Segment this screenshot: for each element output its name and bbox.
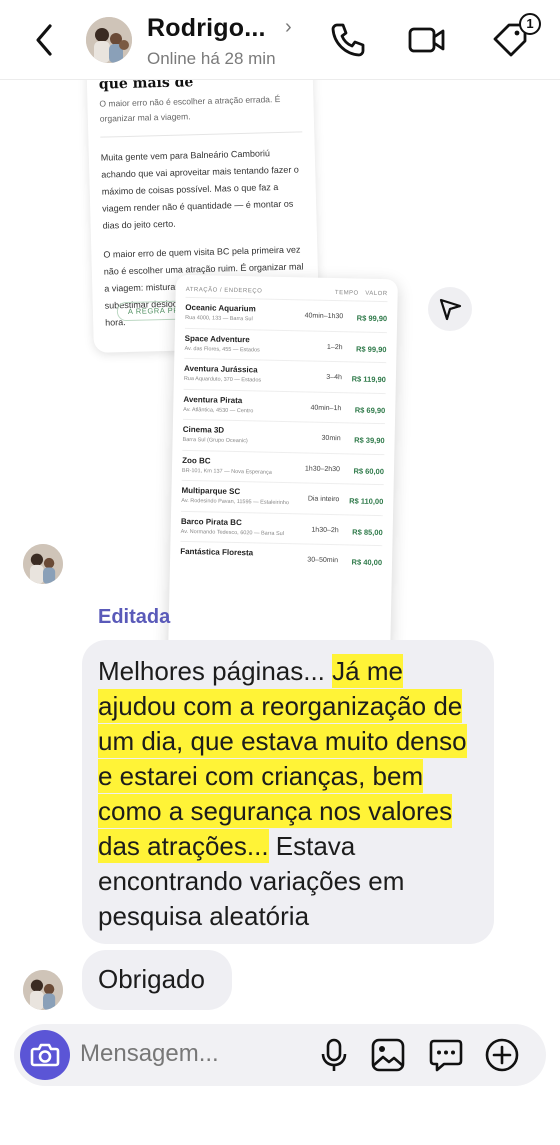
message-text: Melhores páginas... (98, 656, 333, 686)
attraction-address: Rua Aquarduto, 370 — Estados (183, 375, 262, 384)
attraction-duration: 1h30–2h30 (304, 464, 341, 473)
attraction-address: Rua 4000, 133 — Barra Sul (185, 314, 253, 323)
attraction-name: Barco Pirata BC (180, 516, 242, 527)
table-row: Aventura Pirata Av. Atlântica, 4530 — Ce… (182, 389, 386, 425)
attraction-duration: 1h30–2h (311, 526, 339, 534)
shared-image[interactable]: que mais de O maior erro não é escolher … (84, 47, 404, 663)
attraction-price: R$ 119,90 (351, 374, 386, 385)
attraction-address: Barra Sul (Grupo Oceanic) (182, 436, 248, 445)
table-header-attraction: ATRAÇÃO / ENDEREÇO (185, 286, 263, 295)
doc-subtitle: O maior erro não é escolher a atração er… (99, 91, 303, 138)
message-composer: Mensagem... (14, 1024, 546, 1086)
edited-label: Editada (98, 606, 171, 628)
attraction-price: R$ 110,00 (349, 496, 384, 507)
sender-avatar[interactable] (23, 544, 63, 584)
table-row: Zoo BC BR-101, Km 137 — Nova Esperança 1… (181, 450, 385, 486)
attraction-duration: 30–50min (307, 556, 339, 565)
attraction-duration: 30min (321, 434, 341, 443)
plus-icon[interactable] (484, 1037, 520, 1073)
attraction-name: Fantástica Floresta (180, 546, 254, 558)
table-row: Fantástica Floresta 30–50min R$ 40,00 (180, 542, 383, 577)
message-bubble[interactable]: Obrigado (82, 950, 232, 1010)
message-bubble[interactable]: Melhores páginas... Já me ajudou com a r… (82, 640, 494, 944)
attraction-name: Space Adventure (184, 333, 250, 344)
attractions-table: ATRAÇÃO / ENDEREÇO TEMPO VALOR Oceanic A… (168, 274, 398, 663)
gallery-icon[interactable] (370, 1037, 406, 1073)
attraction-price: R$ 85,00 (352, 526, 383, 537)
attraction-price: R$ 39,90 (354, 435, 385, 446)
attraction-name: Aventura Jurássica (183, 363, 258, 375)
attraction-name: Aventura Pirata (183, 394, 243, 405)
table-row: Barco Pirata BC Av. Normando Tedesco, 60… (180, 511, 384, 547)
video-icon[interactable] (406, 20, 446, 60)
attraction-address: BR-101, Km 137 — Nova Esperança (181, 467, 272, 476)
attraction-name: Zoo BC (182, 455, 211, 465)
attraction-name: Multiparque SC (181, 485, 241, 497)
doc-paragraph: Muita gente vem para Balneário Camboriú … (100, 148, 300, 231)
back-chevron-icon[interactable] (30, 22, 60, 58)
attraction-address: Av. das Flores, 455 — Estados (184, 345, 260, 353)
attraction-price: R$ 99,90 (355, 344, 387, 354)
attraction-price: R$ 60,00 (353, 465, 385, 476)
attraction-address: Av. Normando Tedesco, 6020 — Barra Sul (180, 528, 285, 537)
attraction-name: Oceanic Aquarium (185, 302, 256, 314)
share-button[interactable] (428, 287, 472, 331)
table-row: Cinema 3D Barra Sul (Grupo Oceanic) 30mi… (182, 419, 385, 455)
chat-header: Rodrigo... › Online há 28 min 1 (0, 0, 560, 80)
attraction-duration: 40min–1h30 (304, 312, 344, 321)
attraction-duration: 3–4h (326, 373, 342, 382)
sticker-icon[interactable] (428, 1037, 464, 1073)
contact-status: Online há 28 min (147, 49, 276, 68)
message-text: Obrigado (98, 964, 205, 994)
sender-avatar[interactable] (23, 970, 63, 1010)
attraction-address: Av. Atlântica, 4530 — Centro (183, 406, 254, 414)
camera-button[interactable] (20, 1030, 70, 1080)
phone-icon[interactable] (328, 20, 368, 60)
message-input[interactable]: Mensagem... (80, 1040, 219, 1068)
table-header-time: TEMPO (334, 290, 359, 297)
table-row: Aventura Jurássica Rua Aquarduto, 370 — … (183, 358, 387, 394)
camera-icon (30, 1043, 60, 1067)
attraction-duration: 40min–1h (310, 404, 342, 412)
attraction-name: Cinema 3D (182, 424, 225, 435)
contact-avatar[interactable] (86, 17, 132, 63)
name-chevron-icon[interactable]: › (285, 16, 292, 39)
contact-name[interactable]: Rodrigo... (147, 14, 266, 43)
attraction-duration: 1–2h (326, 343, 343, 351)
attraction-price: R$ 99,90 (356, 313, 388, 324)
attraction-duration: Dia inteiro (307, 495, 340, 504)
table-row: Oceanic Aquarium Rua 4000, 133 — Barra S… (184, 297, 388, 333)
attraction-price: R$ 40,00 (351, 557, 383, 568)
attraction-price: R$ 69,90 (354, 404, 386, 415)
table-row: Multiparque SC Av. Rodesindo Pavan, 1159… (181, 480, 384, 516)
microphone-icon[interactable] (316, 1037, 352, 1073)
attraction-address: Av. Rodesindo Pavan, 11595 — Estaleirinh… (181, 497, 289, 507)
table-header-price: VALOR (365, 290, 388, 298)
notification-badge: 1 (519, 13, 541, 35)
send-icon (439, 298, 462, 321)
table-row: Space Adventure Av. das Flores, 455 — Es… (184, 328, 387, 364)
